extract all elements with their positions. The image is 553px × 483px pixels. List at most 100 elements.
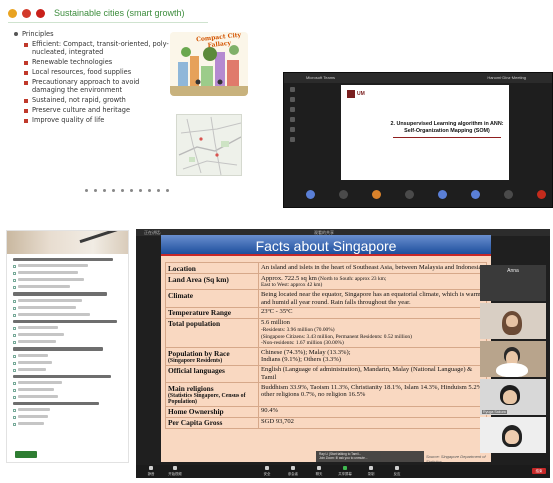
survey-option[interactable] [13,264,125,269]
participant-avatar-icon[interactable] [372,190,381,199]
toolbar-label: 开始视频 [168,472,182,476]
survey-option[interactable] [13,422,125,427]
submit-button[interactable] [15,451,37,458]
camera-icon[interactable] [339,190,348,199]
row-value-main: 5.6 million [261,319,290,327]
calls-icon[interactable] [289,127,295,132]
pager-dot[interactable] [112,189,115,192]
city-map-image [176,114,242,176]
principles-items: Efficient: Compact, transit-oriented, po… [24,40,174,125]
questionnaire-screenshot [6,230,129,463]
participant-tile[interactable]: Ryuga Sakura [480,379,546,415]
row-value: 23ºC - 35ºC [258,306,487,319]
survey-option[interactable] [13,298,125,303]
record-icon [369,466,373,470]
row-value-main: Chinese (74.3%); Malay (13.3%); [261,348,351,356]
survey-option[interactable] [13,415,125,420]
mute-button[interactable]: 静音 [140,466,162,476]
share-icon[interactable] [504,190,513,199]
pager-dot[interactable] [94,189,97,192]
participant-tile[interactable]: Anna [480,265,546,301]
survey-option[interactable] [13,305,125,310]
survey-option[interactable] [13,340,125,345]
reactions-button[interactable]: 反应 [386,466,408,476]
survey-questions [13,258,125,429]
teams-icon[interactable] [289,107,295,112]
survey-question [13,319,125,324]
survey-option[interactable] [13,326,125,331]
pager-dot[interactable] [148,189,151,192]
teams-meeting-window: Microsoft Teams Hanomi·Dinz·Meeting UM 2… [283,72,553,208]
record-button[interactable]: 录制 [360,466,382,476]
video-icon [173,466,177,470]
chat-button[interactable]: 聊天 [308,466,330,476]
table-row: Climate Being located near the equator, … [165,289,487,308]
participant-tile[interactable] [480,341,546,377]
survey-option[interactable] [13,367,125,372]
slide-pager[interactable] [85,189,169,192]
principle-item: Renewable technologies [24,58,174,67]
table-row: Official languages English (Language of … [165,364,487,384]
slide-dots [8,9,45,18]
end-meeting-button[interactable]: 结束 [532,468,546,474]
table-row: Per Capita Gross SGD 93,702 [165,416,487,429]
principle-item: Sustained, not rapid, growth [24,96,174,105]
chat-icon[interactable] [289,97,295,102]
files-icon[interactable] [289,137,295,142]
participant-avatar-icon[interactable] [306,190,315,199]
pager-dot[interactable] [121,189,124,192]
participant-avatar-icon[interactable] [471,190,480,199]
survey-option[interactable] [13,285,125,290]
participant-face-icon [505,430,519,444]
row-value-main: Approx. 722.5 sq km [261,274,317,282]
survey-option[interactable] [13,387,125,392]
participant-tile[interactable] [480,417,546,453]
collage: Sustainable cities (smart growth) Princi… [0,0,553,483]
pager-dot[interactable] [139,189,142,192]
pager-dot[interactable] [85,189,88,192]
survey-option[interactable] [13,394,125,399]
survey-option[interactable] [13,360,125,365]
row-value: Chinese (74.3%); Malay (13.3%); Indians (… [258,347,487,366]
participant-face-icon [506,315,518,327]
survey-header-photo [7,231,128,254]
survey-option[interactable] [13,408,125,413]
pager-dot[interactable] [103,189,106,192]
chat-notification[interactable]: Ray Li (Start talking to Tamil... Join Z… [316,451,424,462]
participant-body-icon [496,363,528,377]
survey-option[interactable] [13,271,125,276]
speaker-label: 正在讲话: [144,230,162,235]
survey-option[interactable] [13,333,125,338]
participant-avatar-icon[interactable] [438,190,447,199]
share-screen-button[interactable]: 共享屏幕 [334,466,356,476]
toolbar-label: 录制 [367,472,375,476]
logo-text: UM [357,91,365,97]
participant-tile[interactable] [480,303,546,339]
row-value: An island and islets in the heart of Sou… [258,262,487,274]
row-key: Population by Race (Singapore Residents) [165,347,259,366]
row-key-main: Main religions [168,383,214,393]
principle-item: Preserve culture and heritage [24,106,174,115]
leave-call-icon[interactable] [537,190,546,199]
activity-icon[interactable] [289,87,295,92]
pager-dot[interactable] [130,189,133,192]
principles-label: Principles [22,30,54,38]
survey-option[interactable] [13,278,125,283]
toolbar-label: 静音 [147,472,155,476]
row-value: 5.6 million -Residents: 3.96 million (70… [258,317,487,349]
shield-icon [265,466,269,470]
survey-option[interactable] [13,312,125,317]
survey-option[interactable] [13,380,125,385]
pager-dot[interactable] [157,189,160,192]
toolbar-label: 共享屏幕 [338,472,352,476]
security-button[interactable]: 安全 [256,466,278,476]
calendar-icon[interactable] [289,117,295,122]
teams-sidebar [287,87,297,182]
mic-icon[interactable] [405,190,414,199]
chat-icon [317,466,321,470]
survey-option[interactable] [13,353,125,358]
pager-dot[interactable] [166,189,169,192]
participants-button[interactable]: 参会者 [282,466,304,476]
start-video-button[interactable]: 开始视频 [164,466,186,476]
row-key: Location [165,262,259,274]
